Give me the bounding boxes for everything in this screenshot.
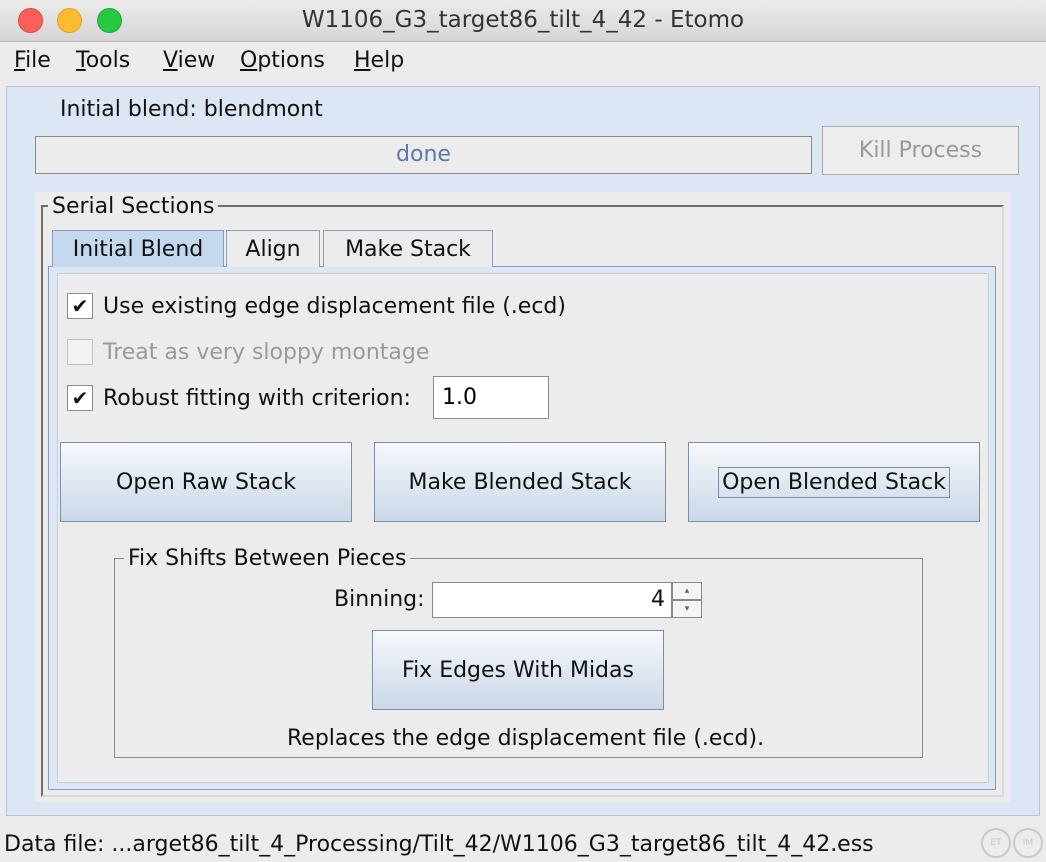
title-bar: W1106_G3_target86_tilt_4_42 - Etomo	[0, 0, 1046, 42]
robust-criterion-input[interactable]	[433, 376, 549, 419]
menu-tools[interactable]: Tools	[76, 48, 130, 73]
robust-fitting-row[interactable]: ✔ Robust fitting with criterion:	[67, 385, 411, 411]
robust-fitting-checkbox[interactable]: ✔	[67, 385, 93, 411]
fix-shifts-legend: Fix Shifts Between Pieces	[124, 546, 411, 571]
menu-file[interactable]: File	[14, 48, 51, 73]
menu-view[interactable]: View	[163, 48, 215, 73]
process-label: Initial blend: blendmont	[60, 97, 323, 122]
menu-options[interactable]: Options	[240, 48, 325, 73]
tab-make-stack[interactable]: Make Stack	[323, 230, 493, 267]
use-ecd-checkbox[interactable]: ✔	[67, 293, 93, 319]
menu-help[interactable]: Help	[354, 48, 404, 73]
make-blended-stack-button[interactable]: Make Blended Stack	[374, 442, 666, 522]
status-icons: ET IM	[981, 828, 1045, 858]
open-blended-stack-button[interactable]: Open Blended Stack	[688, 442, 980, 522]
open-raw-stack-button[interactable]: Open Raw Stack	[60, 442, 352, 522]
use-ecd-label: Use existing edge displacement file (.ec…	[103, 293, 566, 319]
kill-process-button[interactable]: Kill Process	[822, 126, 1019, 175]
tab-align[interactable]: Align	[226, 230, 320, 267]
tab-initial-blend[interactable]: Initial Blend	[52, 230, 224, 267]
imod-status-icon: IM	[1013, 828, 1043, 858]
fix-edges-with-midas-button[interactable]: Fix Edges With Midas	[372, 630, 664, 710]
data-file-path: Data file: ...arget86_tilt_4_Processing/…	[4, 832, 874, 857]
menu-bar: File Tools View Options Help	[0, 42, 1046, 82]
sloppy-montage-label: Treat as very sloppy montage	[103, 339, 430, 365]
process-progress-bar: done	[35, 136, 812, 174]
etomo-status-icon: ET	[981, 828, 1011, 858]
binning-increment-icon[interactable]: ▴	[672, 582, 702, 600]
use-ecd-row[interactable]: ✔ Use existing edge displacement file (.…	[67, 293, 566, 319]
serial-sections-legend: Serial Sections	[48, 194, 219, 219]
fix-shifts-note: Replaces the edge displacement file (.ec…	[287, 726, 765, 751]
robust-fitting-label: Robust fitting with criterion:	[103, 385, 411, 411]
open-blended-stack-label: Open Blended Stack	[718, 466, 950, 498]
status-bar: Data file: ...arget86_tilt_4_Processing/…	[0, 824, 1046, 862]
binning-spinner-field[interactable]: 4	[432, 582, 672, 618]
sloppy-montage-checkbox[interactable]	[67, 339, 93, 365]
binning-label: Binning:	[334, 587, 425, 612]
binning-decrement-icon[interactable]: ▾	[672, 600, 702, 618]
sloppy-montage-row[interactable]: Treat as very sloppy montage	[67, 339, 429, 365]
window-title: W1106_G3_target86_tilt_4_42 - Etomo	[301, 7, 745, 33]
